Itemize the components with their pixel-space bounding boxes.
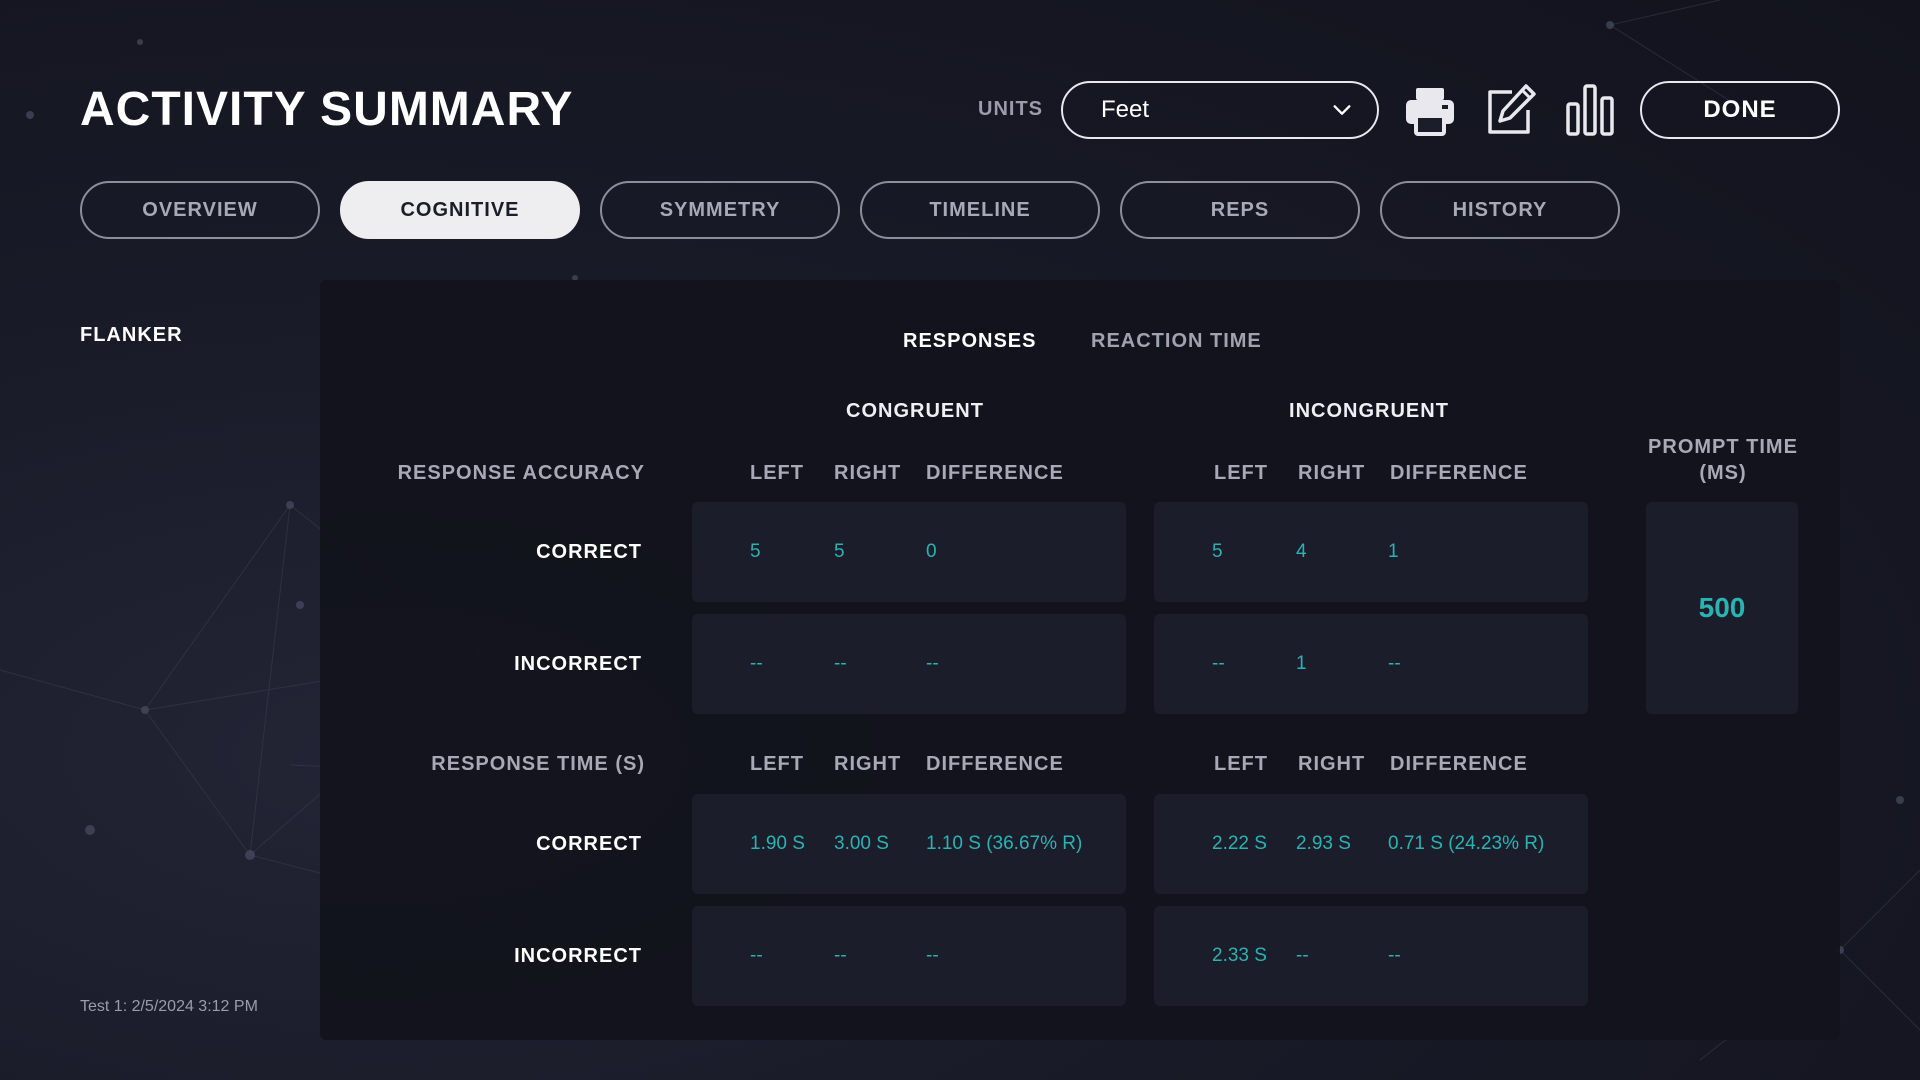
tab-overview[interactable]: OVERVIEW	[80, 181, 320, 239]
accuracy-correct-congruent-left: 5	[750, 541, 761, 562]
done-button[interactable]: DONE	[1640, 81, 1840, 139]
accuracy-incorrect-incongruent-left: --	[1212, 653, 1225, 674]
rt-congruent-right-header: RIGHT	[834, 753, 902, 775]
congruent-right-header: RIGHT	[834, 462, 902, 484]
tab-reps[interactable]: REPS	[1120, 181, 1360, 239]
tab-history[interactable]: HISTORY	[1380, 181, 1620, 239]
bar-chart-icon[interactable]	[1562, 82, 1618, 138]
rt-incorrect-incongruent-right: --	[1296, 945, 1309, 966]
rt-incorrect-congruent-right: --	[834, 945, 847, 966]
response-time-label: RESPONSE TIME (S)	[431, 753, 645, 775]
rt-incorrect-incongruent-difference: --	[1388, 945, 1401, 966]
rt-incorrect-incongruent-left: 2.33 S	[1212, 945, 1267, 966]
accuracy-correct-congruent-right: 5	[834, 541, 845, 562]
prompt-time-heading: PROMPT TIME (MS)	[1640, 434, 1806, 486]
congruent-left-header: LEFT	[750, 462, 804, 484]
rt-correct-incongruent-difference: 0.71 S (24.23% R)	[1388, 833, 1545, 854]
rt-incongruent-right-header: RIGHT	[1298, 753, 1366, 775]
edit-icon[interactable]	[1482, 82, 1538, 138]
accuracy-correct-incongruent-left: 5	[1212, 541, 1223, 562]
tab-symmetry[interactable]: SYMMETRY	[600, 181, 840, 239]
accuracy-incorrect-congruent-right: --	[834, 653, 847, 674]
rt-congruent-left-header: LEFT	[750, 753, 804, 775]
incongruent-heading: INCONGRUENT	[1289, 400, 1449, 422]
rt-correct-congruent-difference: 1.10 S (36.67% R)	[926, 833, 1083, 854]
accuracy-correct-incongruent-right: 4	[1296, 541, 1307, 562]
tab-bar: OVERVIEW COGNITIVE SYMMETRY TIMELINE REP…	[80, 181, 1620, 239]
rt-correct-congruent-left: 1.90 S	[750, 833, 805, 854]
units-label: UNITS	[978, 98, 1043, 120]
incongruent-left-header: LEFT	[1214, 462, 1268, 484]
rt-correct-congruent-right: 3.00 S	[834, 833, 889, 854]
congruent-heading: CONGRUENT	[846, 400, 984, 422]
tab-cognitive[interactable]: COGNITIVE	[340, 181, 580, 239]
accuracy-incorrect-incongruent-difference: --	[1388, 653, 1401, 674]
subtab-reaction-time[interactable]: REACTION TIME	[1091, 330, 1262, 353]
rt-incorrect-congruent-difference: --	[926, 945, 939, 966]
units-dropdown[interactable]: Feet	[1061, 81, 1379, 139]
rt-correct-incongruent-left: 2.22 S	[1212, 833, 1267, 854]
page-title: ACTIVITY SUMMARY	[80, 83, 574, 136]
rt-correct-incongruent-right: 2.93 S	[1296, 833, 1351, 854]
accuracy-incorrect-incongruent-right: 1	[1296, 653, 1307, 674]
rt-incongruent-difference-header: DIFFERENCE	[1390, 753, 1528, 775]
incongruent-right-header: RIGHT	[1298, 462, 1366, 484]
prompt-time-unit: (MS)	[1699, 462, 1747, 484]
subtab-responses[interactable]: RESPONSES	[903, 330, 1036, 353]
rt-incongruent-left-header: LEFT	[1214, 753, 1268, 775]
chevron-down-icon	[1333, 105, 1351, 115]
printer-icon[interactable]	[1402, 82, 1458, 138]
accuracy-incorrect-congruent-left: --	[750, 653, 763, 674]
rt-congruent-difference-header: DIFFERENCE	[926, 753, 1064, 775]
rt-incorrect-label: INCORRECT	[514, 945, 642, 967]
accuracy-correct-incongruent-difference: 1	[1388, 541, 1399, 562]
accuracy-correct-congruent-difference: 0	[926, 541, 937, 562]
prompt-time-label: PROMPT TIME	[1648, 436, 1798, 458]
test-timestamp: Test 1: 2/5/2024 3:12 PM	[80, 998, 258, 1015]
accuracy-incorrect-congruent-difference: --	[926, 653, 939, 674]
rt-incorrect-congruent-left: --	[750, 945, 763, 966]
congruent-difference-header: DIFFERENCE	[926, 462, 1064, 484]
tab-timeline[interactable]: TIMELINE	[860, 181, 1100, 239]
prompt-time-box: 500	[1646, 502, 1798, 714]
response-accuracy-label: RESPONSE ACCURACY	[397, 462, 645, 484]
prompt-time-value: 500	[1698, 592, 1746, 623]
sidebar-item-flanker[interactable]: FLANKER	[80, 324, 183, 347]
units-selected-value: Feet	[1101, 96, 1150, 123]
accuracy-incorrect-label: INCORRECT	[514, 653, 642, 675]
accuracy-correct-label: CORRECT	[536, 541, 642, 563]
incongruent-difference-header: DIFFERENCE	[1390, 462, 1528, 484]
rt-correct-label: CORRECT	[536, 833, 642, 855]
